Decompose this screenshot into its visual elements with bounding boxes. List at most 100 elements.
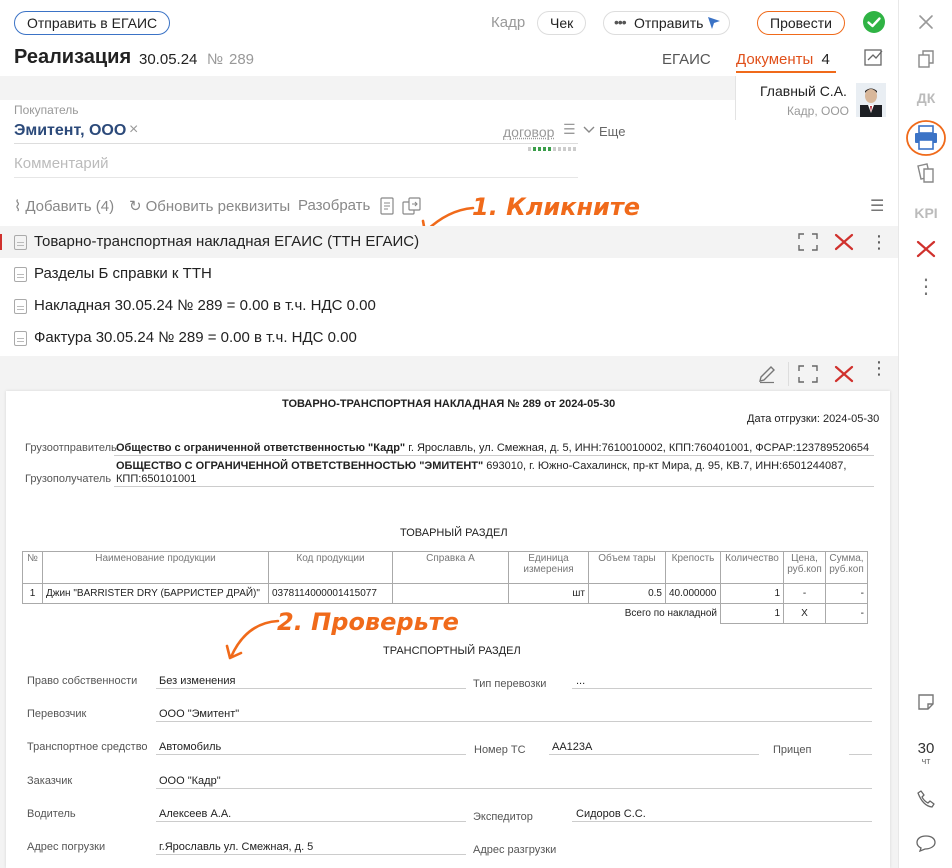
column-header: № [22,551,43,584]
unload-address-label: Адрес разгрузки [473,844,557,856]
chat-icon[interactable] [916,834,936,852]
table-cell: 1 [22,583,43,604]
print-icon[interactable] [904,118,948,158]
total-cell: 1 [720,603,784,624]
carrier-underline [156,721,872,722]
clear-buyer-icon[interactable]: × [129,121,138,139]
list-item[interactable]: Разделы Б справки к ТТН [0,258,898,290]
chevron-down-icon[interactable] [583,126,595,134]
load-address-underline [156,854,466,855]
send-button-label: Отправить [634,15,704,31]
calendar-weekday: чт [921,756,931,766]
list-item[interactable]: Товарно-транспортная накладная ЕГАИС (ТТ… [0,226,898,258]
buyer-value[interactable]: Эмитент, ООО [14,122,126,140]
tab-egais[interactable]: ЕГАИС [662,51,711,68]
table-cell [392,583,509,604]
active-tab-underline [736,71,836,73]
driver-underline [156,821,466,822]
selected-marker [0,234,2,250]
list-item[interactable]: Фактура 30.05.24 № 289 = 0.00 в т.ч. НДС… [0,322,898,354]
fullscreen-icon[interactable] [798,365,818,383]
ship-date: Дата отгрузки: 2024-05-30 [747,413,880,425]
copy-icon[interactable] [917,49,935,69]
table-header-row: № Наименование продукции Код продукции С… [22,551,868,584]
edit-pencil-icon[interactable] [757,364,777,384]
doc-number-prefix: № [207,51,224,68]
contract-link[interactable]: договор [503,124,554,140]
row-menu-icon[interactable]: ⋮ [870,226,888,258]
check-button[interactable]: Чек [537,11,587,35]
comment-input[interactable]: Комментарий [14,155,108,172]
kpi-button[interactable]: KPI [899,205,952,221]
table-cell: Джин "BARRISTER DRY (БАРРИСТЕР ДРАЙ)" [42,583,269,604]
buyer-label: Покупатель [14,103,79,117]
shipper-details: г. Ярославль, ул. Смежная, д. 5, ИНН:761… [405,442,870,454]
close-icon[interactable] [918,14,934,30]
close-preview-icon[interactable] [834,365,854,383]
total-cell: X [783,603,826,624]
arrow-annotation-2-icon [225,619,280,660]
consignee-label: Грузополучатель [25,473,112,485]
dk-button[interactable]: ДК [899,90,952,106]
consignee-underline [114,486,874,487]
plate-underline [549,754,759,755]
signature-edit-icon[interactable] [863,48,885,68]
plate-value: АА123А [552,741,593,753]
more-link[interactable]: Еще [599,124,625,139]
document-title: Накладная 30.05.24 № 289 = 0.00 в т.ч. Н… [34,297,376,314]
list-item[interactable]: Накладная 30.05.24 № 289 = 0.00 в т.ч. Н… [0,290,898,322]
trailer-underline [849,754,872,755]
add-button-label: Добавить (4) [25,198,115,215]
user-divider [735,76,736,120]
calendar-day[interactable]: 30 [899,740,952,757]
delete-icon[interactable] [834,233,854,251]
document-title: Товарно-транспортная накладная ЕГАИС (ТТ… [34,233,420,250]
more-vertical-icon[interactable]: ⋮ [899,274,952,299]
avatar[interactable] [856,83,886,117]
menu-icon[interactable]: ☰ [870,196,884,216]
comment-underline [14,177,578,178]
driver-value: Алексеев А.А. [159,808,232,820]
phone-icon[interactable] [917,790,935,808]
send-egais-button[interactable]: Отправить в ЕГАИС [14,11,171,35]
column-header: Сумма, руб.коп [825,551,868,584]
shipper-name: Общество с ограниченной ответственностью… [116,442,406,454]
send-button[interactable]: ••• Отправить [603,11,731,35]
parse-button[interactable]: Разобрать [298,197,370,214]
preview-menu-icon[interactable]: ⋮ [870,358,888,379]
user-name[interactable]: Главный С.А. [760,83,847,99]
add-button[interactable]: ⌇ Добавить (4) [14,197,114,215]
consignee-kpp: КПП:650101001 [116,473,197,485]
ownership-label: Право собственности [27,675,138,687]
doc-number[interactable]: 289 [229,51,254,68]
kadr-link[interactable]: Кадр [491,14,525,31]
page-title: Реализация [14,46,132,68]
table-cell: 40.000000 [665,583,721,604]
table-cell: 1 [720,583,784,604]
transport-type-value: ... [576,675,586,687]
doc-date[interactable]: 30.05.24 [139,51,197,68]
vehicle-label: Транспортное средство [27,741,148,753]
ownership-value: Без изменения [159,675,236,687]
conduct-button[interactable]: Провести [757,11,845,35]
note-icon[interactable] [917,693,935,711]
refresh-requisites-button[interactable]: ↻ Обновить реквизиты [129,197,290,215]
xml-file-icon[interactable] [379,197,395,215]
load-address-value: г.Ярославль ул. Смежная, д. 5 [159,841,314,853]
column-header: Объем тары [588,551,666,584]
total-cell: - [825,603,868,624]
transport-section-title: ТРАНСПОРТНЫЙ РАЗДЕЛ [383,645,521,657]
document-icon [14,331,27,346]
expand-icon[interactable] [798,233,818,251]
documents-stack-icon[interactable] [916,162,936,184]
ownership-underline [156,688,466,689]
list-icon[interactable]: ☰ [563,121,576,138]
trailer-label: Прицеп [773,744,812,756]
carrier-label: Перевозчик [27,708,87,720]
column-header: Крепость [665,551,721,584]
document-icon [14,235,27,250]
credit-progress [528,147,578,151]
tab-documents[interactable]: Документы 4 [736,51,830,68]
delete-document-icon[interactable] [916,240,936,258]
check-circle-icon[interactable] [862,10,886,34]
